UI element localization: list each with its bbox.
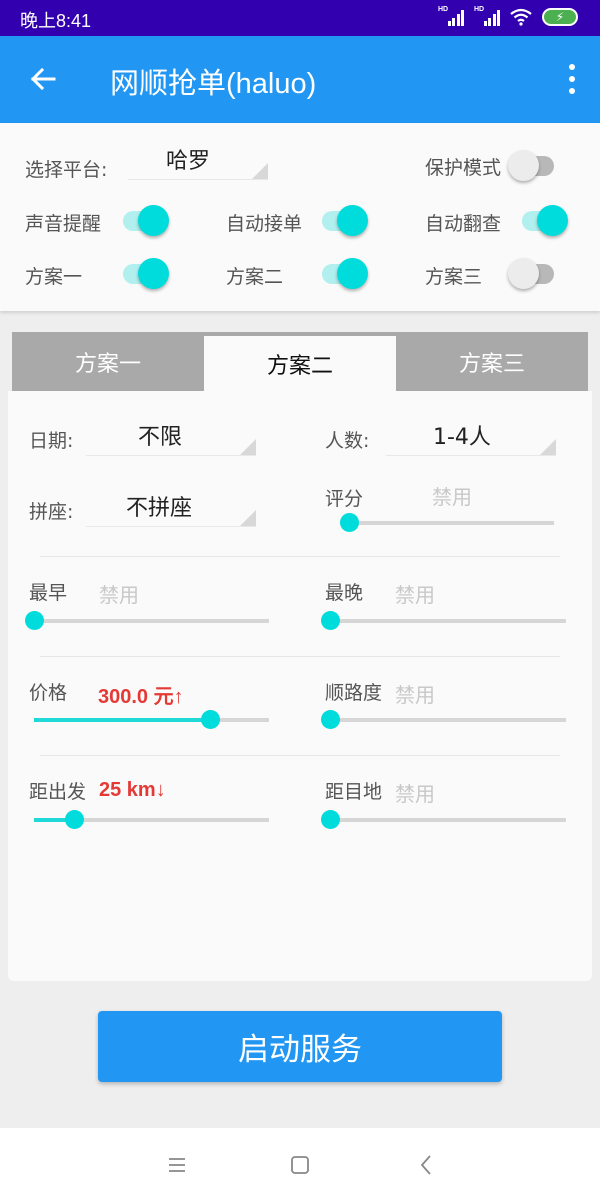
signal-hd-icon: HD [438,6,464,26]
price-value: 300.0 元↑ [98,686,184,708]
plan3-label: 方案三 [425,266,483,288]
platform-value: 哈罗 [166,149,211,174]
price-label: 价格 [29,682,68,704]
protect-mode-label: 保护模式 [425,157,502,179]
signal-hd-icon: HD [474,6,500,26]
plan1-label: 方案一 [25,266,83,288]
app-bar: 网顺抢单(haluo) [0,36,600,123]
slider-thumb[interactable] [321,611,340,630]
home-square-icon[interactable] [285,1150,315,1180]
rating-label: 评分 [325,488,364,510]
dropdown-triangle-icon [240,439,256,455]
divider [40,656,560,657]
dropdown-triangle-icon [240,510,256,526]
dropdown-triangle-icon [252,163,268,179]
plan-tabs: 方案一 方案二 方案三 [12,332,588,391]
platform-spinner[interactable]: 哈罗 [128,140,268,180]
latest-slider[interactable] [321,611,566,631]
status-icons: HD HD ⚡ [438,6,578,26]
route-match-label: 顺路度 [325,682,383,704]
start-service-button[interactable]: 启动服务 [98,1011,502,1082]
slider-thumb[interactable] [321,710,340,729]
divider [40,556,560,557]
back-chevron-icon[interactable] [412,1150,442,1180]
dist-dest-slider[interactable] [321,810,566,830]
dist-dest-label: 距目地 [325,781,383,803]
auto-refresh-label: 自动翻查 [425,213,502,235]
plan-panel: 日期: 不限 人数: 1-4人 拼座: 不拼座 评分 禁用 最早 禁用 最晚 禁… [8,391,592,981]
carpool-label: 拼座: [29,501,74,523]
settings-card: 选择平台: 哈罗 保护模式 声音提醒 自动接单 自动翻查 方案一 方案二 方案三 [0,123,600,311]
price-slider[interactable] [34,710,269,730]
system-nav-bar [0,1128,600,1200]
more-vert-icon[interactable] [566,64,578,94]
dist-dest-value: 禁用 [395,782,435,806]
earliest-label: 最早 [29,582,68,604]
latest-value: 禁用 [395,583,435,607]
auto-accept-label: 自动接单 [226,213,303,235]
slider-thumb[interactable] [64,810,84,829]
auto-accept-switch[interactable] [320,202,372,238]
auto-refresh-switch[interactable] [520,202,572,238]
plan2-label: 方案二 [226,266,284,288]
tab-plan1[interactable]: 方案一 [12,332,204,391]
page-title: 网顺抢单(haluo) [110,68,317,100]
route-match-value: 禁用 [395,683,435,707]
dist-start-value: 25 km↓ [99,779,166,801]
arrow-left-icon[interactable] [26,62,60,96]
tab-plan2[interactable]: 方案二 [204,336,396,391]
route-match-slider[interactable] [321,710,566,730]
menu-icon[interactable] [162,1150,192,1180]
people-spinner[interactable]: 1-4人 [386,416,556,456]
latest-label: 最晚 [325,582,364,604]
date-value: 不限 [138,425,183,450]
earliest-value: 禁用 [99,583,139,607]
dist-start-slider[interactable] [34,810,269,830]
wifi-icon [510,8,532,26]
battery-charging-icon: ⚡ [542,8,578,26]
dist-start-label: 距出发 [29,781,87,803]
plan1-switch[interactable] [121,255,173,291]
carpool-value: 不拼座 [126,496,193,521]
date-label: 日期: [29,430,74,452]
status-bar: 晚上8:41 HD HD ⚡ [0,0,600,36]
people-value: 1-4人 [433,425,491,450]
plan3-switch[interactable] [508,255,560,291]
platform-label: 选择平台: [25,159,108,181]
tab-plan3[interactable]: 方案三 [396,332,588,391]
protect-mode-switch[interactable] [508,147,560,183]
slider-thumb[interactable] [340,513,359,532]
rating-value: 禁用 [432,485,472,509]
earliest-slider[interactable] [25,611,269,631]
rating-slider[interactable] [340,513,554,533]
people-label: 人数: [325,430,370,452]
sound-alert-switch[interactable] [121,202,173,238]
slider-thumb[interactable] [201,710,221,729]
sound-alert-label: 声音提醒 [25,213,102,235]
carpool-spinner[interactable]: 不拼座 [86,487,256,527]
slider-thumb[interactable] [25,611,44,630]
dropdown-triangle-icon [540,439,556,455]
slider-thumb[interactable] [321,810,340,829]
status-time: 晚上8:41 [20,11,92,31]
date-spinner[interactable]: 不限 [86,416,256,456]
divider [40,755,560,756]
plan2-switch[interactable] [320,255,372,291]
